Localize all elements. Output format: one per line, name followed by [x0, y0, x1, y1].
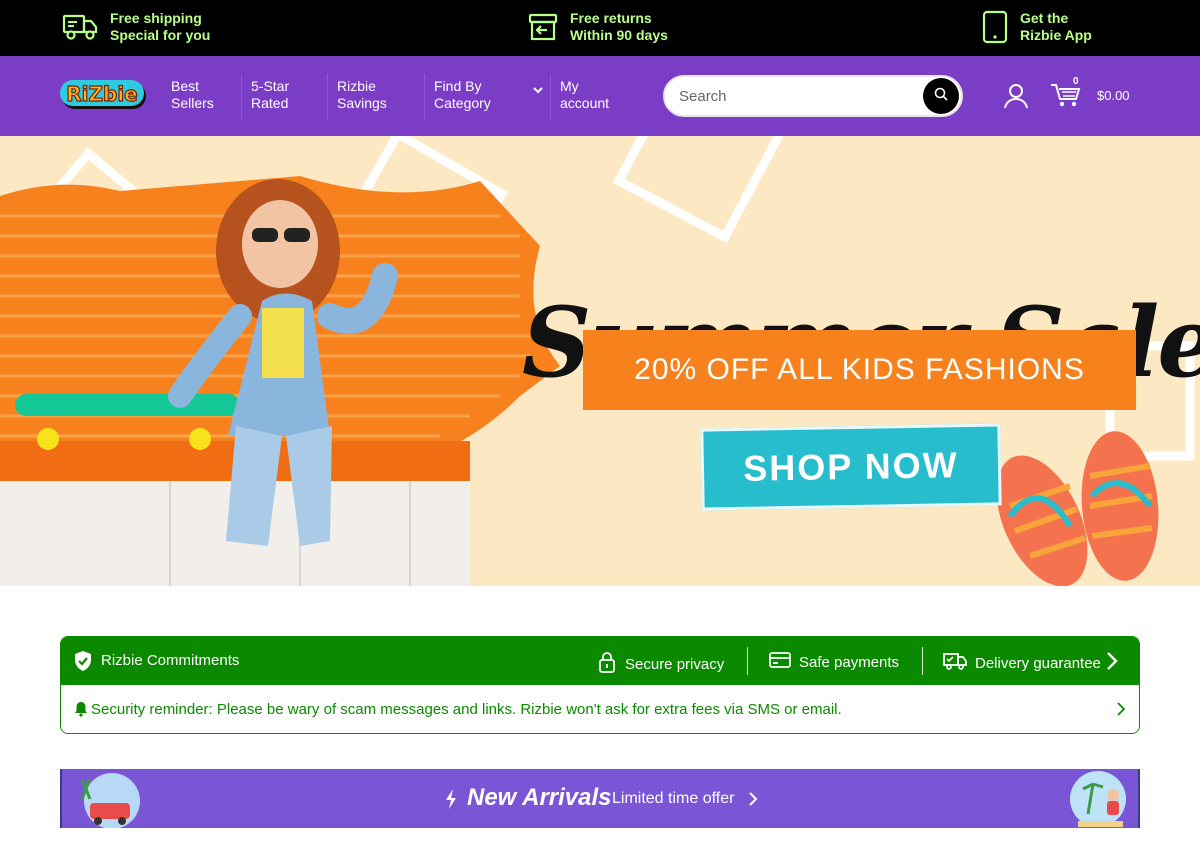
- phone-icon: [982, 10, 1008, 44]
- nav-divider: [550, 74, 551, 120]
- search-input[interactable]: [679, 77, 909, 115]
- commitments-title: Rizbie Commitments: [101, 652, 240, 669]
- shipping-line1: Free shipping: [110, 10, 202, 26]
- nav-divider: [241, 74, 242, 120]
- security-reminder-text: Security reminder: Please be wary of sca…: [91, 701, 842, 718]
- nav-label: Savings: [337, 95, 387, 111]
- nav-rizbie-savings[interactable]: Rizbie Savings: [337, 78, 415, 112]
- nav-find-by-category[interactable]: Find By Category: [434, 78, 512, 112]
- beach-illustration-right: [1058, 769, 1138, 833]
- security-reminder[interactable]: Security reminder: Please be wary of sca…: [61, 685, 1139, 733]
- nav-label: 5-Star: [251, 78, 290, 94]
- nav-label: Rated: [251, 95, 289, 111]
- bell-icon: [74, 701, 88, 722]
- delivery-guarantee-label: Delivery guarantee: [975, 654, 1101, 672]
- nav-label: Category: [434, 95, 491, 111]
- search-box: [663, 75, 963, 117]
- shield-check-icon: [73, 650, 93, 677]
- nav-label: My: [560, 78, 579, 94]
- svg-text:RiZbie: RiZbie: [66, 82, 138, 106]
- lock-icon: [597, 651, 617, 677]
- search-icon: [933, 86, 949, 107]
- safe-payments-label: Safe payments: [799, 653, 900, 671]
- main-navigation: RiZbie Best Sellers 5-Star Rated Rizbie …: [0, 56, 1200, 136]
- cart-count-badge: 0: [1073, 76, 1079, 87]
- nav-divider: [327, 74, 328, 120]
- nav-divider: [424, 74, 425, 120]
- top-promo-bar: Free shipping Special for you Free retur…: [0, 0, 1200, 56]
- new-arrivals-subtitle: Limited time offer: [612, 790, 735, 807]
- rizbie-commitments-panel: Rizbie Commitments Secure privacy Safe p…: [60, 636, 1140, 734]
- nav-label: Find By: [434, 78, 482, 94]
- nav-label: Sellers: [171, 95, 214, 111]
- chevron-right-icon[interactable]: [1105, 650, 1119, 677]
- return-box-icon: [528, 12, 558, 42]
- shipping-line2: Special for you: [110, 27, 211, 43]
- travel-illustration-left: [72, 769, 148, 833]
- nav-label: Best: [171, 78, 200, 94]
- nav-best-sellers[interactable]: Best Sellers: [171, 78, 249, 112]
- nav-my-account[interactable]: My account: [560, 78, 638, 112]
- safe-payments-item[interactable]: Safe payments: [769, 651, 899, 673]
- app-line2: Rizbie App: [1020, 27, 1092, 43]
- new-arrivals-title: New Arrivals: [467, 784, 612, 811]
- lightning-bolt-icon: [444, 788, 458, 815]
- app-line1: Get the: [1020, 10, 1069, 26]
- rizbie-logo[interactable]: RiZbie: [60, 77, 148, 113]
- commitments-divider: [747, 647, 748, 675]
- delivery-truck-icon: [943, 651, 967, 675]
- commitments-divider: [922, 647, 923, 675]
- cart-total[interactable]: $0.00: [1097, 88, 1130, 103]
- truck-icon: [62, 12, 98, 42]
- summer-sale-hero-banner[interactable]: Summer Sale. 20% OFF ALL KIDS FASHIONS S…: [0, 136, 1200, 586]
- free-shipping-promo[interactable]: Free shipping Special for you: [62, 10, 210, 44]
- get-app-promo[interactable]: Get the Rizbie App: [982, 10, 1092, 44]
- chevron-down-icon[interactable]: [532, 82, 544, 100]
- nav-label: Rizbie: [337, 78, 376, 94]
- user-account-icon[interactable]: [1003, 82, 1029, 115]
- search-button[interactable]: [923, 78, 959, 114]
- nav-label: account: [560, 95, 610, 111]
- secure-privacy-item[interactable]: Secure privacy: [597, 651, 724, 677]
- returns-line1: Free returns: [570, 10, 652, 26]
- chevron-right-icon[interactable]: [1116, 701, 1126, 722]
- shop-now-button[interactable]: SHOP NOW: [700, 423, 1002, 511]
- card-icon: [769, 651, 791, 673]
- hero-subtitle: 20% OFF ALL KIDS FASHIONS: [583, 330, 1136, 410]
- new-arrivals-banner[interactable]: New Arrivals Limited time offer: [60, 769, 1140, 829]
- free-returns-promo[interactable]: Free returns Within 90 days: [528, 10, 668, 44]
- secure-privacy-label: Secure privacy: [625, 655, 725, 673]
- commitments-header[interactable]: Rizbie Commitments Secure privacy Safe p…: [61, 637, 1139, 685]
- chevron-right-icon[interactable]: [748, 791, 758, 812]
- nav-five-star-rated[interactable]: 5-Star Rated: [251, 78, 329, 112]
- delivery-guarantee-item[interactable]: Delivery guarantee: [943, 651, 1101, 675]
- returns-line2: Within 90 days: [570, 27, 668, 43]
